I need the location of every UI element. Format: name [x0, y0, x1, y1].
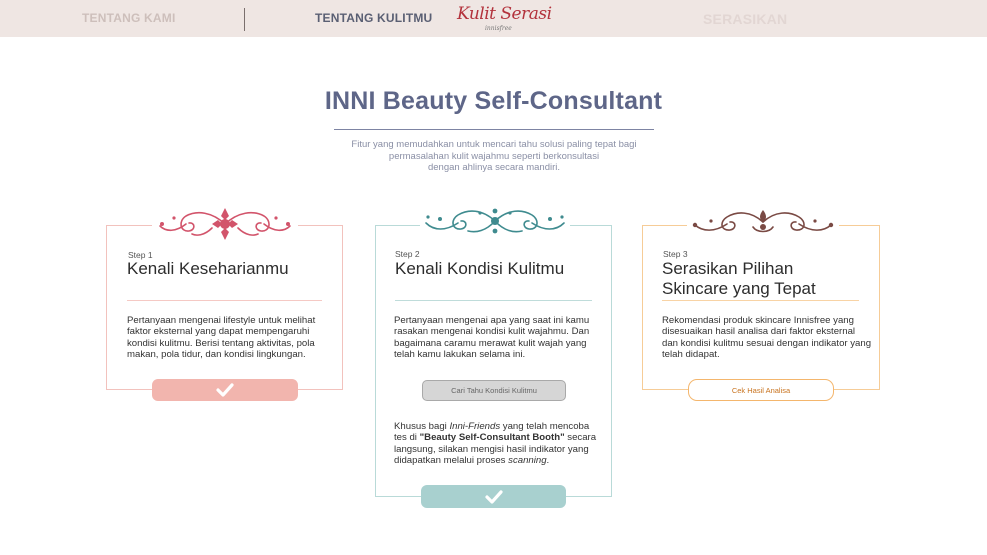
- step-2-booth-note: Khusus bagi Inni-Friends yang telah menc…: [394, 421, 604, 466]
- step-3-title: Serasikan Pilihan Skincare yang Tepat: [662, 259, 816, 298]
- step-3-divider: [662, 300, 859, 301]
- step-2-check-button[interactable]: [421, 485, 566, 508]
- step-3-label: Step 3: [663, 249, 688, 259]
- kulit-serasi-logo[interactable]: Kulit Serasi innisfree: [455, 4, 552, 34]
- floral-ornament-icon: [687, 207, 839, 237]
- check-icon: [484, 489, 503, 504]
- nav-serasikan[interactable]: SERASIKAN: [703, 11, 787, 27]
- page-title: INNI Beauty Self-Consultant: [324, 87, 663, 115]
- top-nav: TENTANG KAMI TENTANG KULITMU Kulit Seras…: [0, 0, 987, 37]
- logo-text: Kulit Serasi: [457, 4, 552, 24]
- note-emphasis: scanning: [508, 454, 547, 466]
- step-2-divider: [395, 300, 592, 301]
- note-emphasis: Inni-Friends: [449, 421, 501, 432]
- logo-subtext: innisfree: [485, 25, 512, 32]
- subtitle-line: permasalahan kulit wajahmu seperti berko…: [388, 150, 600, 162]
- step-1-description: Pertanyaan mengenai lifestyle untuk meli…: [127, 315, 316, 360]
- subtitle-line: Fitur yang memudahkan untuk mencari tahu…: [351, 139, 637, 150]
- subtitle-line: dengan ahlinya secara mandiri.: [427, 162, 561, 173]
- check-icon: [216, 383, 234, 397]
- title-divider: [334, 129, 654, 130]
- floral-ornament-icon: [420, 205, 570, 237]
- step-2-title: Kenali Kondisi Kulitmu: [395, 259, 565, 278]
- step-2-label: Step 2: [395, 249, 420, 259]
- cek-hasil-analisa-button[interactable]: Cek Hasil Analisa: [688, 379, 834, 401]
- note-strong: "Beauty Self-Consultant Booth": [419, 432, 565, 444]
- step-3-description: Rekomendasi produk skincare Innisfree ya…: [662, 315, 872, 360]
- floral-ornament-icon: [152, 204, 298, 242]
- step-1-divider: [127, 300, 322, 301]
- nav-divider: [244, 8, 245, 31]
- step-1-title: Kenali Keseharianmu: [127, 259, 289, 278]
- step-2-description: Pertanyaan mengenai apa yang saat ini ka…: [394, 315, 590, 360]
- step-3-title-line: Skincare yang Tepat: [662, 278, 816, 298]
- note-text: .: [546, 454, 550, 466]
- page-subtitle: Fitur yang memudahkan untuk mencari tahu…: [335, 139, 653, 174]
- nav-tentang-kulitmu[interactable]: TENTANG KULITMU: [315, 11, 432, 25]
- nav-tentang-kami[interactable]: TENTANG KAMI: [82, 11, 176, 25]
- step-1-check-button[interactable]: [152, 379, 298, 401]
- step-3-title-line: Serasikan Pilihan: [662, 259, 794, 278]
- cari-tahu-kondisi-button[interactable]: Cari Tahu Kondisi Kulitmu: [422, 380, 566, 401]
- note-text: Khusus bagi: [394, 421, 450, 432]
